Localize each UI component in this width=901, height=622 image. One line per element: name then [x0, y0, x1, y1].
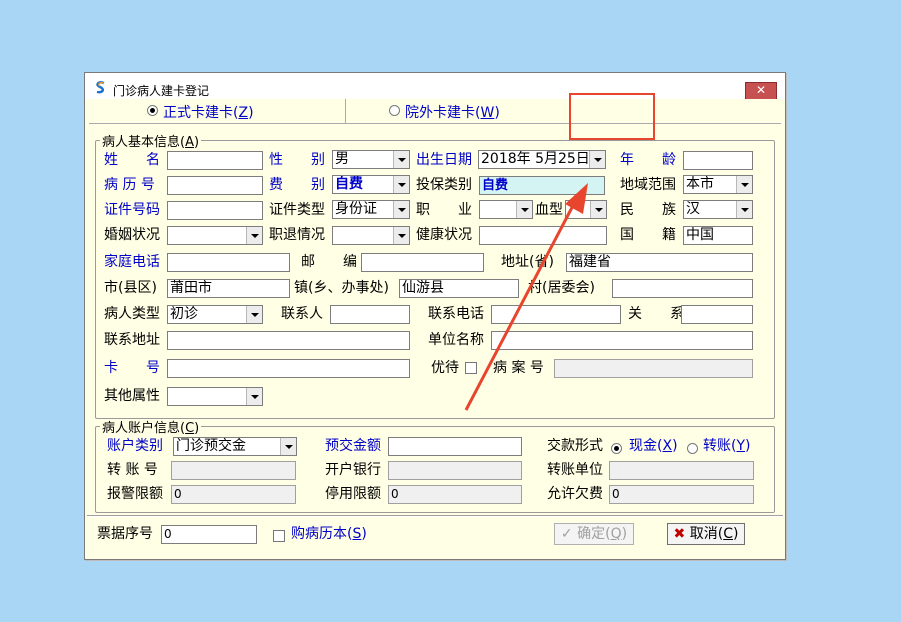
arrow-head: [565, 183, 588, 214]
annotation-arrow: [464, 183, 588, 411]
arrow-shaft: [464, 195, 580, 411]
